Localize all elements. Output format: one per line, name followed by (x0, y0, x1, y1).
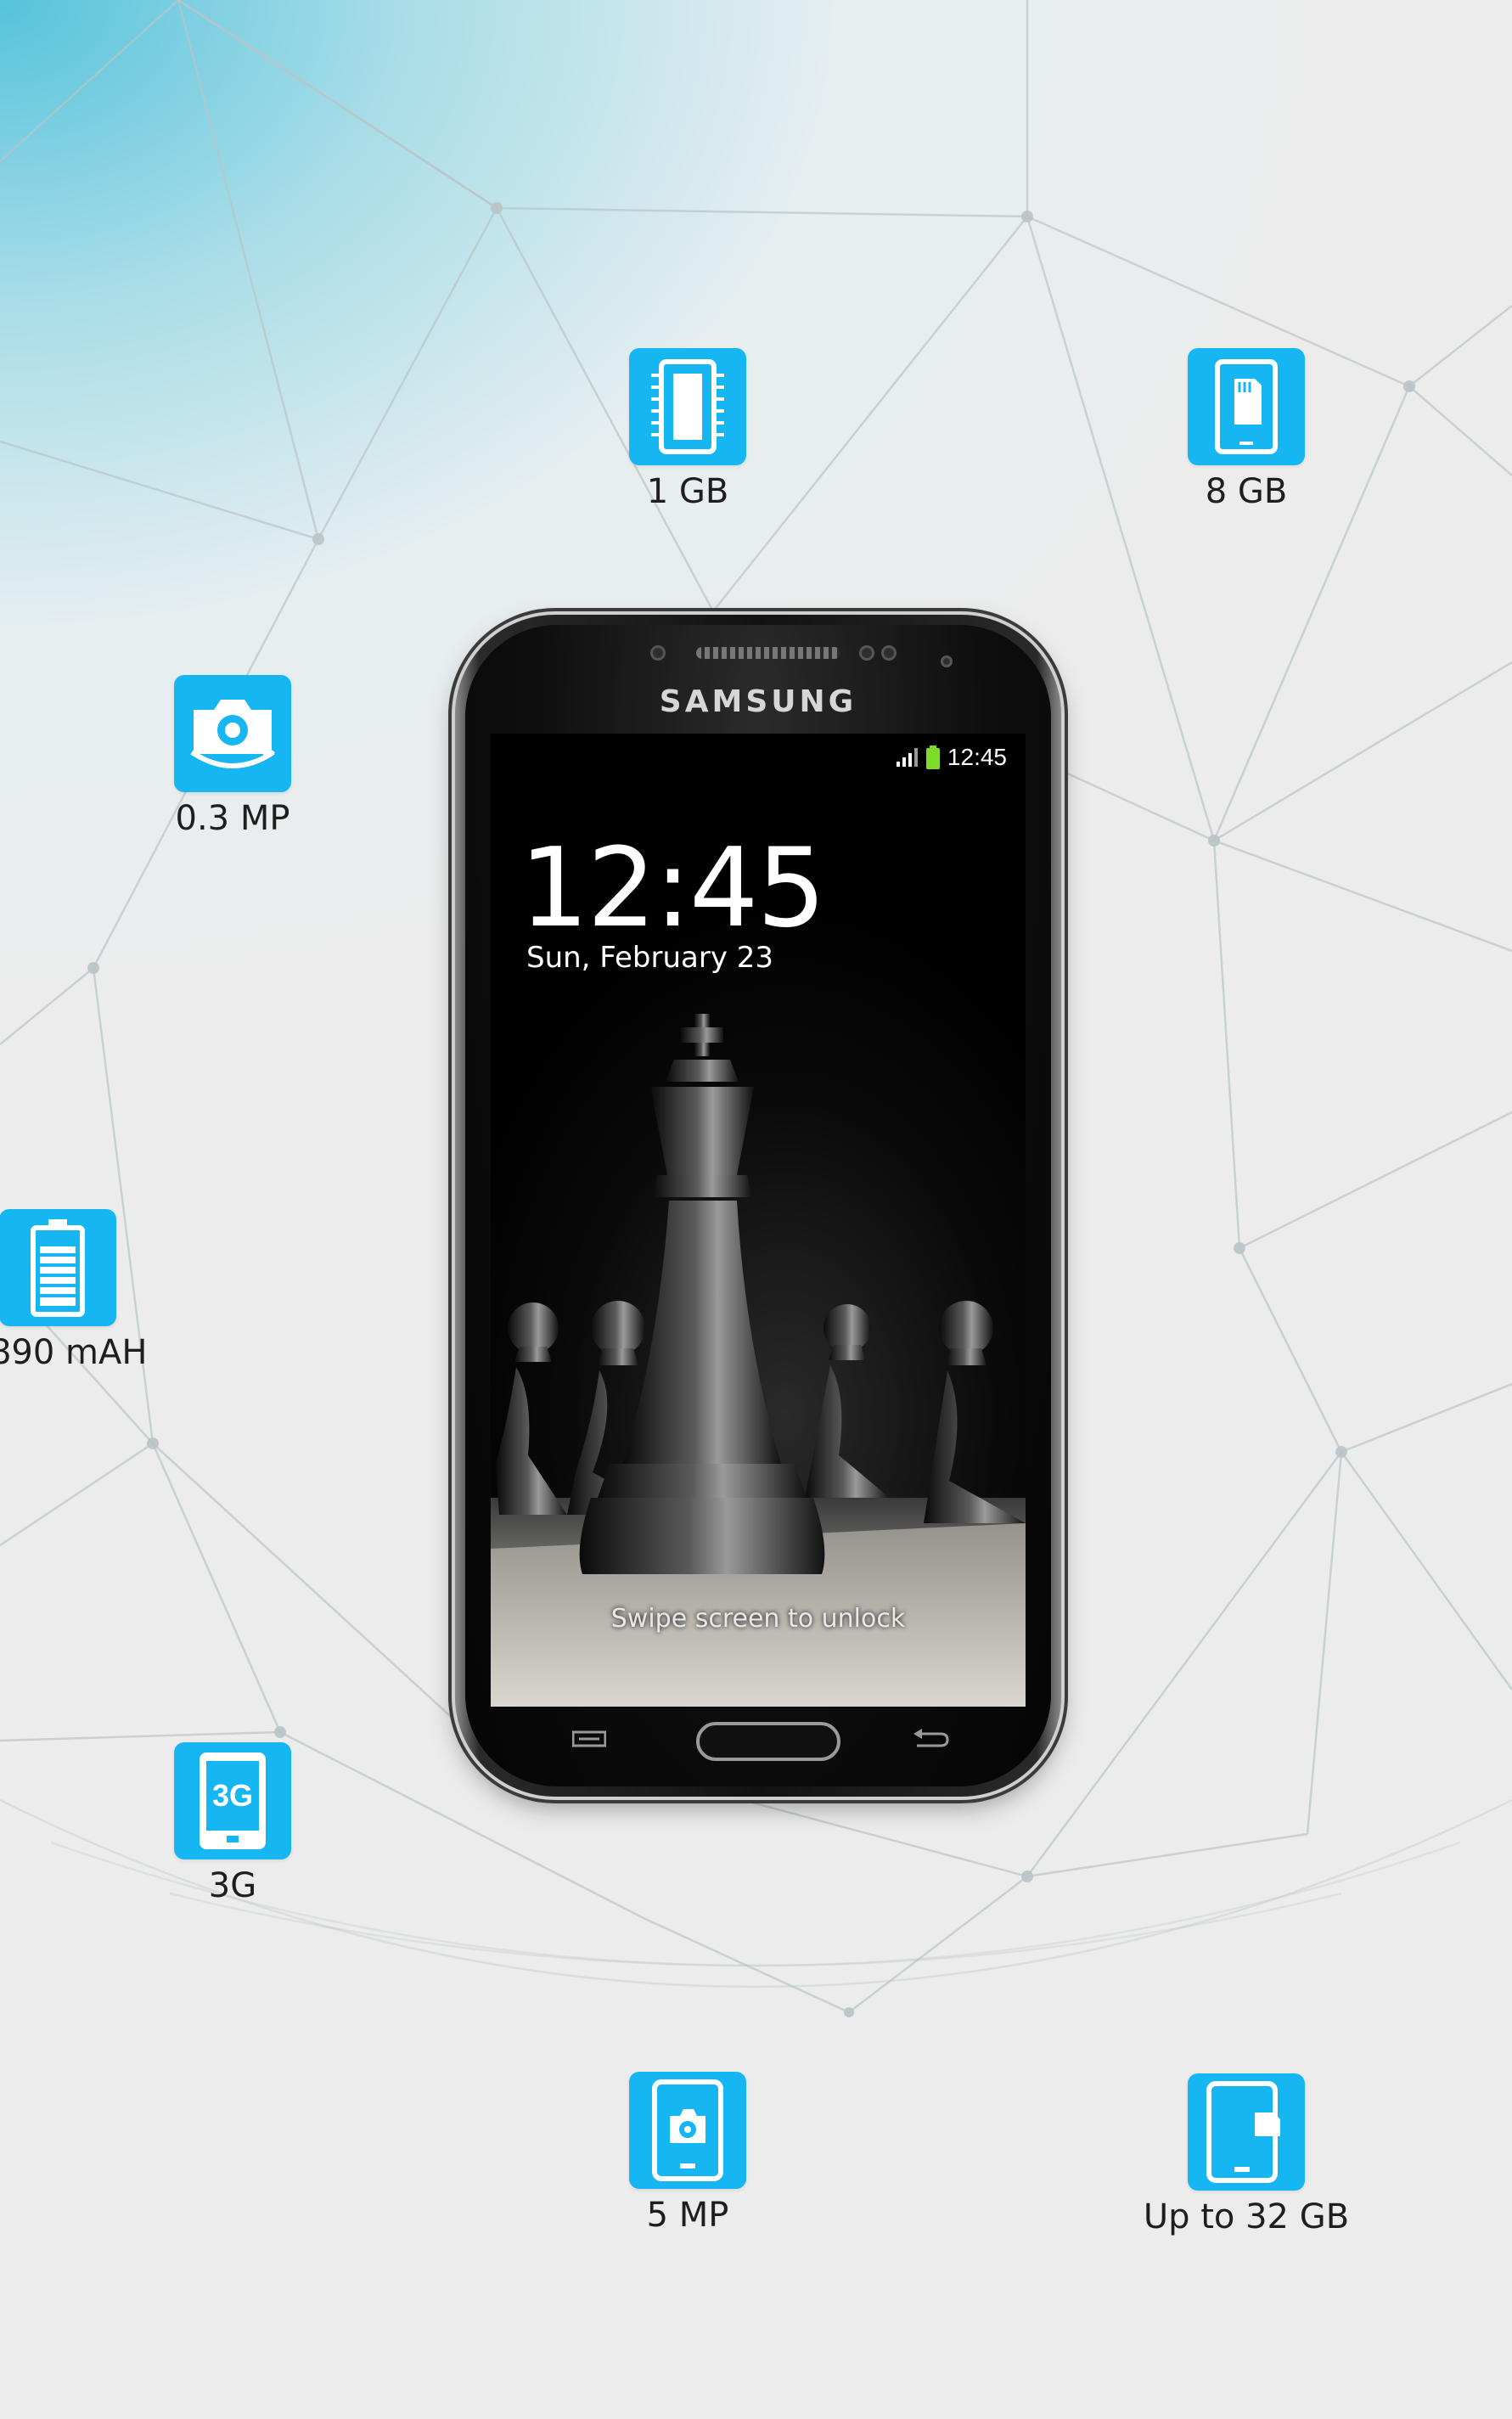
lock-date: Sun, February 23 (526, 941, 774, 975)
phone-body: SAMSUNG 12:45 12:45 Sun, February 23 Swi… (465, 625, 1051, 1786)
spec-storage: 8 GB (1136, 348, 1357, 511)
spec-battery: 1890 mAH (0, 1209, 168, 1372)
spec-network: 3G 3G (122, 1742, 343, 1905)
brand-logo: SAMSUNG (659, 684, 857, 719)
spec-label: 5 MP (646, 2196, 729, 2235)
status-time: 12:45 (947, 744, 1007, 770)
phone-camera-icon (629, 2072, 746, 2189)
spec-front-camera: 0.3 MP (122, 675, 343, 838)
battery-icon (0, 1209, 116, 1326)
product-spec-page: 1 GB 8 GB 0.3 MP 890 mAH 3G 3G 5 MP Up t… (0, 0, 1512, 2419)
spec-label: 3G (208, 1866, 257, 1905)
sd-card-icon (1188, 348, 1305, 465)
home-button[interactable] (696, 1722, 840, 1761)
front-camera-dot (650, 645, 666, 661)
chip-icon (629, 348, 746, 465)
spec-label: 0.3 MP (175, 799, 290, 838)
earpiece-speaker (696, 647, 840, 659)
network-badge: 3G (212, 1778, 253, 1813)
spec-label: Up to 32 GB (1143, 2197, 1350, 2236)
back-key-icon[interactable] (912, 1727, 949, 1747)
battery-status-icon (925, 745, 940, 769)
spec-expandable-storage: Up to 32 GB (1136, 2073, 1357, 2236)
phone-sd-icon (1188, 2073, 1305, 2191)
spec-label: 1890 mAH (0, 1333, 148, 1372)
spec-ram: 1 GB (577, 348, 798, 511)
spec-label: 8 GB (1205, 472, 1288, 511)
spec-rear-camera: 5 MP (577, 2072, 798, 2235)
status-bar: 12:45 (896, 744, 1007, 771)
led-dot (941, 655, 953, 667)
sensor-dot (881, 645, 897, 661)
lock-screen[interactable]: 12:45 12:45 Sun, February 23 Swipe scree… (491, 734, 1026, 1707)
unlock-hint: Swipe screen to unlock (610, 1604, 906, 1634)
camera-rotate-icon (174, 675, 291, 792)
lock-clock: 12:45 (520, 825, 826, 952)
phone-3g-icon: 3G (174, 1742, 291, 1859)
menu-key-icon[interactable] (572, 1730, 606, 1747)
sensor-dot (859, 645, 874, 661)
spec-label: 1 GB (646, 472, 729, 511)
signal-icon (896, 748, 918, 767)
smartphone: SAMSUNG 12:45 12:45 Sun, February 23 Swi… (455, 615, 1061, 1797)
